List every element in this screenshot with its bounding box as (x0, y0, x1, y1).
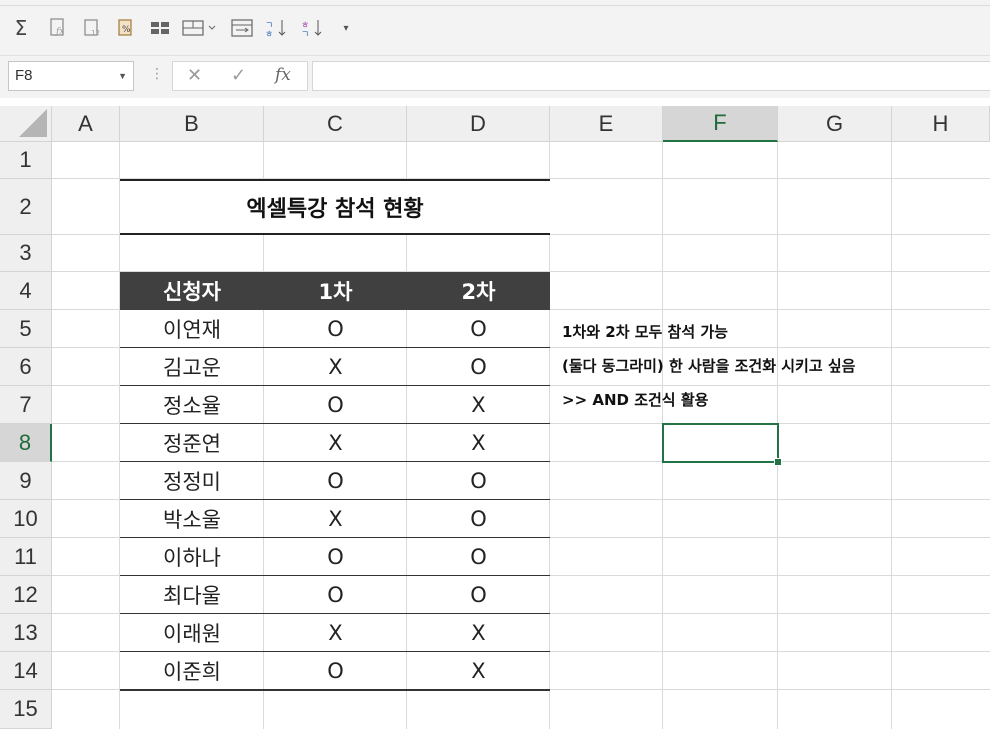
second-session-mark[interactable]: X (407, 424, 550, 462)
note-line-1[interactable]: 1차와 2차 모두 참석 가능 (562, 321, 728, 342)
drag-handle-icon[interactable]: ⋮ (150, 66, 164, 82)
column-header-c[interactable]: C (264, 106, 407, 142)
first-session-mark[interactable]: X (264, 614, 407, 652)
active-cell-f8[interactable] (662, 423, 782, 466)
column-header-d[interactable]: D (407, 106, 550, 142)
row-header-10[interactable]: 10 (0, 500, 52, 538)
second-session-mark[interactable]: O (407, 462, 550, 500)
applicant-name[interactable]: 이준희 (120, 652, 264, 690)
sort-ascending-icon[interactable]: ㄱㅎ (264, 15, 290, 41)
row-header-1[interactable]: 1 (0, 142, 52, 179)
percent-format-icon[interactable]: % (114, 15, 138, 41)
wrap-text-icon[interactable] (230, 15, 254, 41)
first-session-mark[interactable]: O (264, 652, 407, 690)
note-line-2[interactable]: (둘다 동그라미) 한 사람을 조건화 시키고 싶음 (562, 355, 855, 376)
first-session-mark[interactable]: O (264, 538, 407, 576)
header-applicant[interactable]: 신청자 (120, 272, 264, 310)
applicant-name[interactable]: 이연재 (120, 310, 264, 348)
formula-bar: F8 ▼ ⋮ ✕ ✓ fx (0, 56, 990, 98)
first-session-mark[interactable]: X (264, 424, 407, 462)
enter-icon[interactable]: ✓ (231, 65, 246, 86)
column-header-b[interactable]: B (120, 106, 264, 142)
first-session-mark[interactable]: O (264, 310, 407, 348)
svg-text:ㄱ: ㄱ (301, 30, 309, 38)
name-box-value: F8 (15, 67, 33, 84)
row-header-9[interactable]: 9 (0, 462, 52, 500)
row-header-15[interactable]: 15 (0, 690, 52, 729)
table-header-row: 신청자 1차 2차 (120, 272, 550, 310)
cancel-icon[interactable]: ✕ (187, 65, 202, 86)
applicant-name[interactable]: 이래원 (120, 614, 264, 652)
row-header-11[interactable]: 11 (0, 538, 52, 576)
second-session-mark[interactable]: O (407, 576, 550, 614)
row-header-6[interactable]: 6 (0, 348, 52, 386)
row-header-7[interactable]: 7 (0, 386, 52, 424)
freeze-panes-icon[interactable] (148, 15, 172, 41)
applicant-name[interactable]: 김고운 (120, 348, 264, 386)
select-all-button[interactable] (0, 106, 52, 142)
formula-input[interactable] (312, 61, 990, 91)
sheet-title[interactable]: 엑셀특강 참석 현황 (120, 179, 550, 235)
applicant-name[interactable]: 정소율 (120, 386, 264, 424)
row-header-5[interactable]: 5 (0, 310, 52, 348)
name-box[interactable]: F8 ▼ (8, 61, 134, 91)
sum-icon[interactable]: Σ (10, 15, 32, 41)
first-session-mark[interactable]: X (264, 500, 407, 538)
second-session-mark[interactable]: O (407, 310, 550, 348)
column-header-a[interactable]: A (52, 106, 120, 142)
first-session-mark[interactable]: O (264, 576, 407, 614)
row-header-2[interactable]: 2 (0, 179, 52, 235)
second-session-mark[interactable]: X (407, 652, 550, 690)
applicant-name[interactable]: 정준연 (120, 424, 264, 462)
column-header-g[interactable]: G (778, 106, 892, 142)
header-first-session[interactable]: 1차 (264, 272, 407, 310)
first-session-mark[interactable]: X (264, 348, 407, 386)
second-session-mark[interactable]: X (407, 614, 550, 652)
applicant-name[interactable]: 이하나 (120, 538, 264, 576)
quick-access-toolbar: Σ fx 12 % ㄱㅎ ㅎㄱ ▾ (0, 0, 990, 56)
insert-function-button[interactable]: fx (275, 65, 291, 85)
row-header-3[interactable]: 3 (0, 235, 52, 272)
row-header-14[interactable]: 14 (0, 652, 52, 690)
merge-icon[interactable] (180, 15, 218, 41)
column-header-e[interactable]: E (550, 106, 663, 142)
column-header-f[interactable]: F (663, 106, 778, 142)
svg-text:12: 12 (91, 29, 100, 37)
first-session-mark[interactable]: O (264, 386, 407, 424)
row-header-13[interactable]: 13 (0, 614, 52, 652)
second-session-mark[interactable]: X (407, 386, 550, 424)
header-second-session[interactable]: 2차 (407, 272, 550, 310)
applicant-name[interactable]: 박소울 (120, 500, 264, 538)
row-header-4[interactable]: 4 (0, 272, 52, 310)
gridline (891, 142, 892, 729)
first-session-mark[interactable]: O (264, 462, 407, 500)
second-session-mark[interactable]: O (407, 500, 550, 538)
row-header-12[interactable]: 12 (0, 576, 52, 614)
applicant-name[interactable]: 최다울 (120, 576, 264, 614)
second-session-mark[interactable]: O (407, 538, 550, 576)
ribbon-edge (0, 0, 990, 6)
paste-values-icon[interactable]: 12 (80, 15, 104, 41)
svg-text:%: % (122, 25, 131, 35)
second-session-mark[interactable]: O (407, 348, 550, 386)
note-line-3[interactable]: >> AND 조건식 활용 (562, 389, 708, 410)
chevron-down-icon[interactable]: ▼ (118, 62, 127, 90)
worksheet-grid[interactable]: A B C D E F G H 1 2 3 4 5 6 7 8 9 10 11 … (0, 106, 990, 729)
row-header-8[interactable]: 8 (0, 424, 52, 462)
applicant-name[interactable]: 정정미 (120, 462, 264, 500)
svg-text:fx: fx (55, 27, 64, 37)
formula-buttons: ✕ ✓ fx (172, 61, 308, 91)
table-bottom-border (120, 689, 550, 691)
sort-descending-icon[interactable]: ㅎㄱ (300, 15, 326, 41)
svg-text:ㅎ: ㅎ (265, 30, 273, 38)
column-header-h[interactable]: H (892, 106, 990, 142)
insert-function-icon[interactable]: fx (46, 15, 70, 41)
more-icon[interactable]: ▾ (338, 15, 354, 41)
